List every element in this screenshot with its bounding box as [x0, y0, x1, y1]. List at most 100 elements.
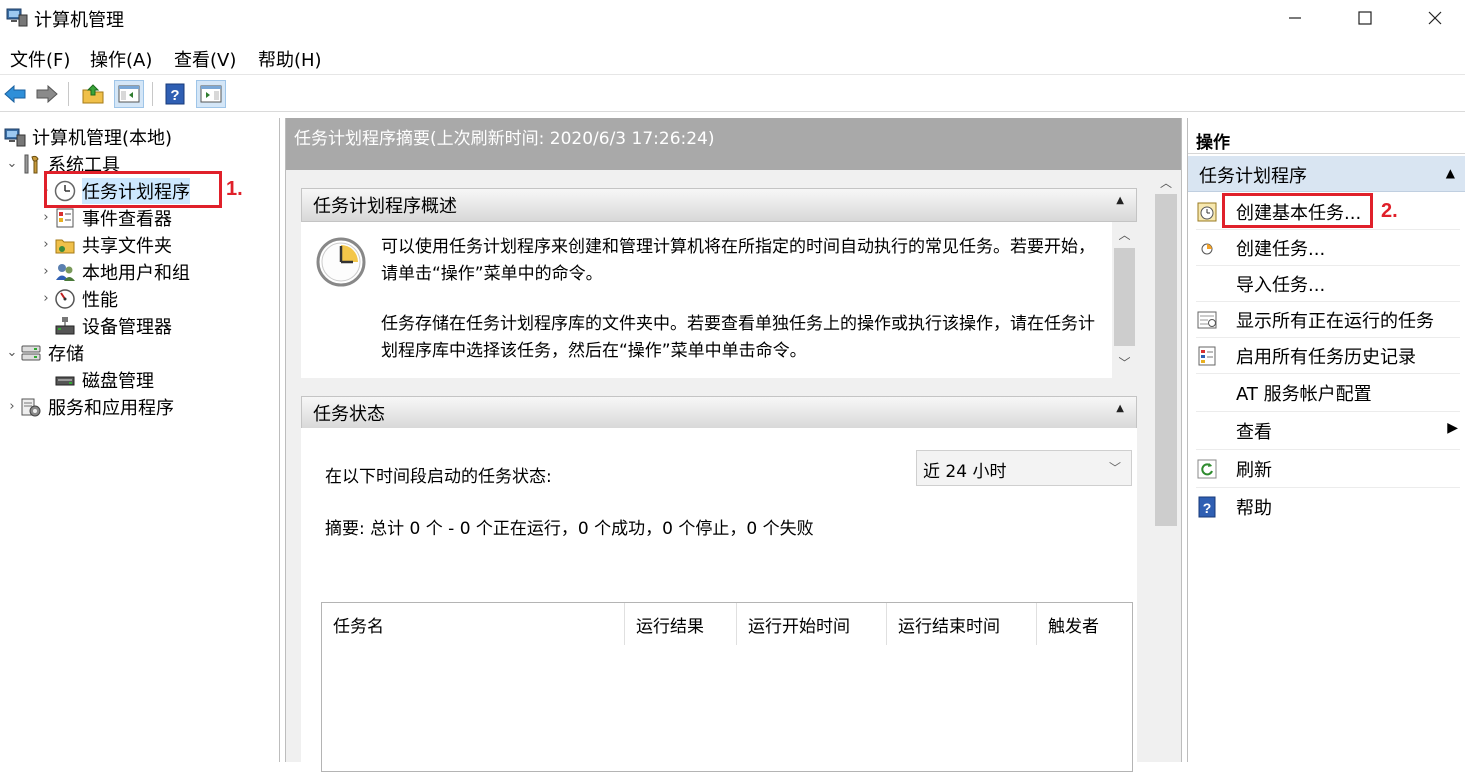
minimize-button[interactable] — [1259, 0, 1331, 36]
chevron-down-icon: ﹀ — [1108, 461, 1121, 475]
tree-label: 服务和应用程序 — [48, 397, 174, 419]
tree-item-services-apps[interactable]: › 服务和应用程序 — [4, 393, 174, 420]
clock-icon — [315, 236, 367, 293]
users-icon — [54, 261, 76, 283]
step-highlight-box — [44, 171, 222, 208]
action-label: 显示所有正在运行的任务 — [1236, 310, 1434, 332]
toolbar: ? — [0, 76, 1465, 112]
actions-pane: 操作 任务计划程序 ▲ 创建基本任务... 创建任务... 导入任务... 显示… — [1187, 118, 1465, 762]
help-icon: ? — [1196, 496, 1218, 518]
maximize-button[interactable] — [1329, 0, 1401, 36]
action-refresh[interactable]: 刷新 — [1196, 450, 1460, 488]
action-import-task[interactable]: 导入任务... — [1196, 266, 1460, 302]
close-icon — [1428, 11, 1442, 25]
menu-bar: 文件(F) 操作(A) 查看(V) 帮助(H) — [0, 41, 1465, 75]
tree-item-performance[interactable]: › 性能 — [38, 285, 118, 312]
menu-help[interactable]: 帮助(H) — [258, 46, 322, 72]
period-dropdown[interactable]: 近 24 小时 ﹀ — [916, 450, 1132, 486]
chevron-right-icon[interactable]: › — [38, 210, 54, 225]
step-1-label: 1. — [226, 178, 243, 200]
overview-paragraph: 可以使用任务计划程序来创建和管理计算机将在所指定的时间自动执行的常见任务。若要开… — [381, 237, 1095, 284]
action-help[interactable]: ? 帮助 — [1196, 488, 1460, 526]
console-tree: 计算机管理(本地) ⌄ 系统工具 › 任务计划程序 › 事件查看器 › 共享文件… — [0, 118, 280, 762]
storage-icon — [20, 342, 42, 364]
close-button[interactable] — [1399, 0, 1465, 36]
minimize-icon — [1289, 17, 1301, 19]
action-display-running-tasks[interactable]: 显示所有正在运行的任务 — [1196, 302, 1460, 338]
chevron-right-icon[interactable]: › — [38, 291, 54, 306]
column-header-run-result[interactable]: 运行结果 — [625, 603, 737, 645]
up-folder-button[interactable] — [78, 80, 108, 108]
action-enable-history[interactable]: 启用所有任务历史记录 — [1196, 338, 1460, 374]
column-header-run-start[interactable]: 运行开始时间 — [737, 603, 887, 645]
tree-label: 性能 — [82, 289, 118, 311]
chevron-right-icon[interactable]: › — [4, 399, 20, 414]
maximize-icon — [1358, 11, 1372, 25]
task-status-table: 任务名 运行结果 运行开始时间 运行结束时间 触发者 — [321, 602, 1133, 772]
tree-item-root[interactable]: 计算机管理(本地) — [4, 123, 172, 150]
back-button[interactable] — [0, 80, 30, 108]
refresh-icon — [1196, 458, 1218, 480]
action-label: 刷新 — [1236, 459, 1272, 481]
scroll-up-icon[interactable]: ︿ — [1112, 226, 1137, 243]
performance-gauge-icon — [54, 288, 76, 310]
history-icon — [1196, 345, 1218, 367]
collapse-icon[interactable]: ▲ — [1446, 166, 1455, 180]
chevron-right-icon[interactable]: › — [38, 237, 54, 252]
status-period-label: 在以下时间段启动的任务状态: — [325, 467, 552, 487]
status-section-header[interactable]: 任务状态 ▲ — [301, 396, 1137, 430]
task-status-content: 在以下时间段启动的任务状态: 近 24 小时 ﹀ 摘要: 总计 0 个 - 0 … — [301, 428, 1137, 772]
scroll-thumb[interactable] — [1114, 248, 1135, 346]
section-title: 任务计划程序概述 — [313, 196, 457, 217]
chevron-right-icon[interactable]: › — [38, 264, 54, 279]
show-hide-console-tree-button[interactable] — [114, 80, 144, 108]
menu-file[interactable]: 文件(F) — [10, 46, 70, 72]
collapse-icon[interactable]: ▲ — [1116, 195, 1124, 206]
actions-group-header[interactable]: 任务计划程序 ▲ — [1188, 156, 1465, 192]
basic-task-icon — [1196, 201, 1218, 223]
forward-button[interactable] — [32, 80, 62, 108]
disk-icon — [54, 369, 76, 391]
window-title: 计算机管理 — [34, 10, 124, 31]
help-button[interactable]: ? — [160, 80, 190, 108]
running-tasks-icon — [1196, 309, 1218, 331]
column-header-triggered-by[interactable]: 触发者 — [1037, 603, 1132, 645]
tree-item-local-users[interactable]: › 本地用户和组 — [38, 258, 190, 285]
overview-section-header[interactable]: 任务计划程序概述 ▲ — [301, 188, 1137, 222]
tree-item-disk-management[interactable]: 磁盘管理 — [54, 366, 154, 393]
action-at-service-account[interactable]: AT 服务帐户配置 — [1196, 374, 1460, 412]
tree-item-shared-folders[interactable]: › 共享文件夹 — [38, 231, 172, 258]
svg-text:?: ? — [1203, 500, 1212, 516]
main-scrollbar[interactable]: ︿ — [1153, 170, 1179, 762]
tree-item-device-manager[interactable]: 设备管理器 — [54, 312, 172, 339]
scroll-down-icon[interactable]: ﹀ — [1112, 354, 1137, 371]
tree-item-storage[interactable]: ⌄ 存储 — [4, 339, 84, 366]
title-bar: 计算机管理 — [0, 0, 1465, 38]
folder-up-icon — [82, 84, 104, 104]
chevron-down-icon[interactable]: ⌄ — [4, 156, 20, 171]
collapse-icon[interactable]: ▲ — [1116, 403, 1124, 414]
action-create-task[interactable]: 创建任务... — [1196, 230, 1460, 266]
overview-scrollbar[interactable]: ︿ ﹀ — [1112, 222, 1137, 378]
show-hide-action-pane-button[interactable] — [196, 80, 226, 108]
services-icon — [20, 396, 42, 418]
menu-view[interactable]: 查看(V) — [174, 46, 236, 72]
create-task-icon — [1196, 237, 1218, 259]
scroll-thumb[interactable] — [1155, 194, 1177, 526]
computer-management-icon — [4, 126, 26, 148]
overview-content: 可以使用任务计划程序来创建和管理计算机将在所指定的时间自动执行的常见任务。若要开… — [301, 222, 1137, 378]
menu-action[interactable]: 操作(A) — [90, 46, 152, 72]
action-label: 帮助 — [1236, 498, 1272, 519]
tree-label: 事件查看器 — [82, 208, 172, 230]
forward-arrow-icon — [36, 84, 58, 104]
summary-header: 任务计划程序摘要(上次刷新时间: 2020/6/3 17:26:24) — [286, 118, 1181, 170]
console-tree-icon — [118, 85, 140, 103]
tree-item-event-viewer[interactable]: › 事件查看器 — [38, 204, 172, 231]
action-view[interactable]: 查看 ▶ — [1196, 412, 1460, 450]
tree-label: 磁盘管理 — [82, 370, 154, 392]
column-header-task-name[interactable]: 任务名 — [322, 603, 625, 645]
column-header-run-end[interactable]: 运行结束时间 — [887, 603, 1037, 645]
action-label: 查看 — [1236, 421, 1272, 443]
chevron-down-icon[interactable]: ⌄ — [4, 345, 20, 360]
scroll-up-icon[interactable]: ︿ — [1153, 174, 1179, 191]
